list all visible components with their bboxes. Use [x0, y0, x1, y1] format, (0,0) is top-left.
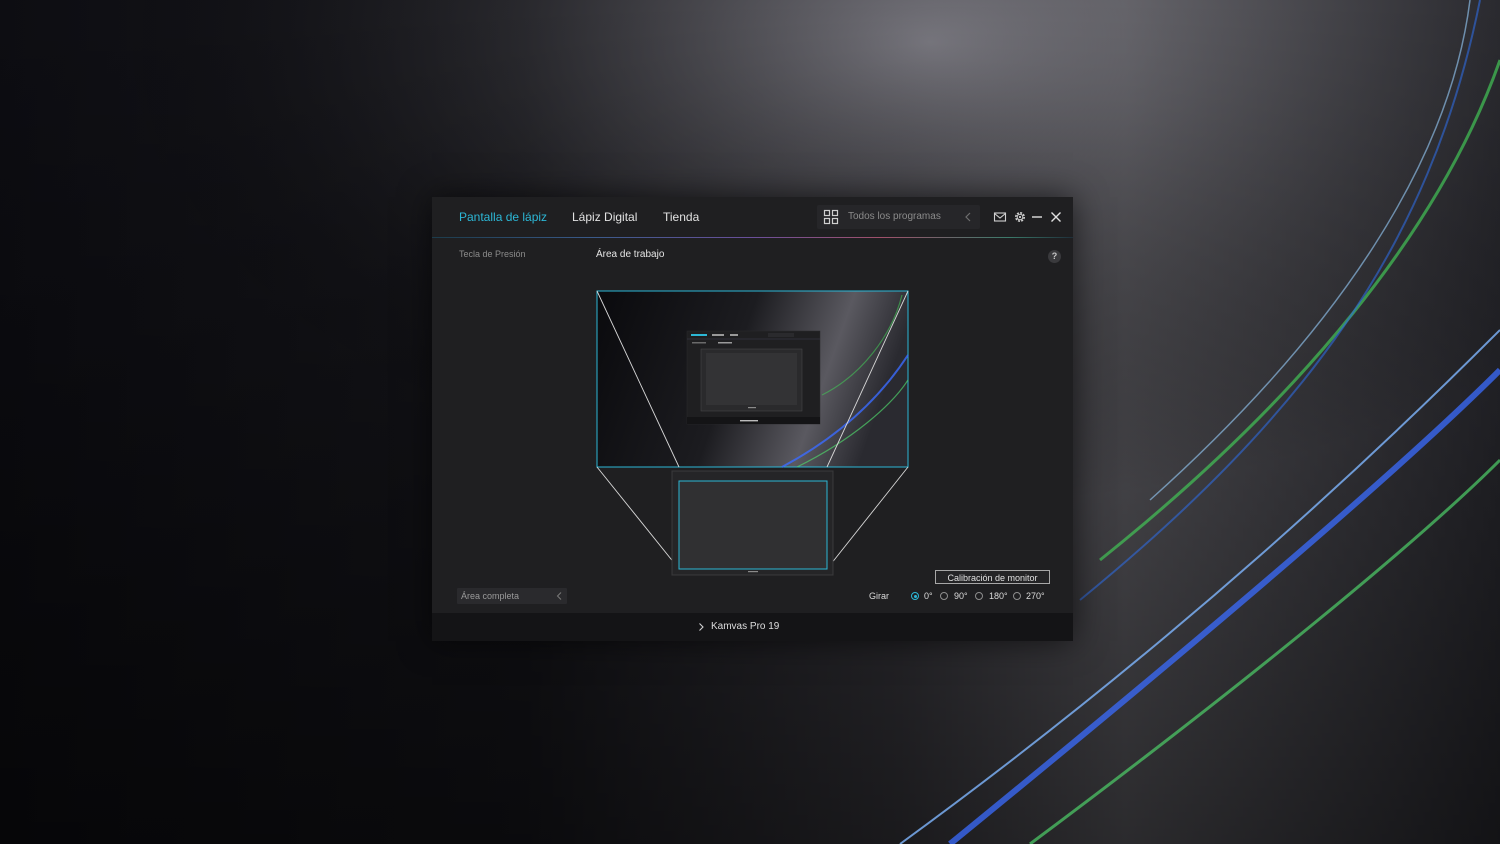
rotate-270-label[interactable]: 270°	[1026, 591, 1045, 601]
tab-pantalla-de-lapiz[interactable]: Pantalla de lápiz	[459, 210, 547, 224]
chevron-left-icon[interactable]	[963, 211, 973, 223]
sidebar-item-tecla-de-presion[interactable]: Tecla de Presión	[459, 249, 526, 259]
rotate-90-label[interactable]: 90°	[954, 591, 968, 601]
area-dropdown-value: Área completa	[461, 591, 520, 601]
grid-icon	[823, 209, 839, 225]
tab-tienda[interactable]: Tienda	[663, 210, 699, 224]
rotate-270-radio[interactable]	[1013, 592, 1021, 600]
section-title[interactable]: Área de trabajo	[596, 249, 664, 260]
monitor-preview	[596, 290, 909, 468]
tablet-preview	[671, 470, 834, 576]
rotate-label: Girar	[869, 591, 889, 601]
programs-selector[interactable]: Todos los programas	[817, 205, 980, 229]
mail-icon[interactable]	[993, 210, 1007, 224]
device-name: Kamvas Pro 19	[711, 621, 780, 632]
device-bar[interactable]: Kamvas Pro 19	[432, 613, 1073, 641]
tab-lapiz-digital[interactable]: Lápiz Digital	[572, 210, 637, 224]
minimize-icon[interactable]	[1030, 210, 1044, 224]
chevron-left-icon	[556, 592, 562, 600]
rotate-0-radio[interactable]	[911, 592, 919, 600]
rotate-0-label[interactable]: 0°	[924, 591, 933, 601]
tablet-driver-window: Pantalla de lápiz Lápiz Digital Tienda T…	[432, 197, 1073, 641]
title-bar: Pantalla de lápiz Lápiz Digital Tienda T…	[432, 197, 1073, 237]
rotate-180-radio[interactable]	[975, 592, 983, 600]
rotate-180-label[interactable]: 180°	[989, 591, 1008, 601]
close-icon[interactable]	[1049, 210, 1063, 224]
chevron-right-icon	[699, 623, 704, 631]
area-dropdown[interactable]: Área completa	[457, 588, 567, 604]
mapping-preview	[596, 290, 909, 576]
help-icon[interactable]: ?	[1048, 250, 1061, 263]
rotate-90-radio[interactable]	[940, 592, 948, 600]
programs-selector-label: Todos los programas	[848, 211, 941, 222]
header-divider	[432, 237, 1073, 238]
monitor-calibration-button[interactable]: Calibración de monitor	[935, 570, 1050, 584]
gear-icon[interactable]	[1013, 210, 1027, 224]
